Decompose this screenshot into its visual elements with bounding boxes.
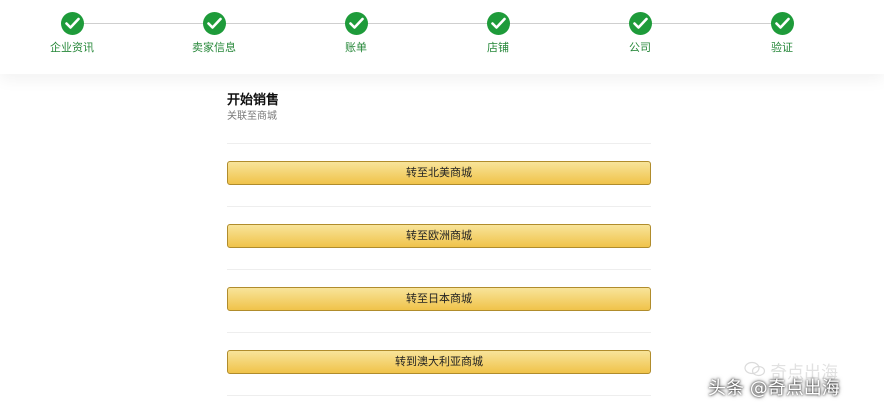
step-label: 卖家信息 [192, 41, 236, 54]
step-label: 公司 [629, 41, 651, 54]
check-icon [60, 12, 84, 35]
watermark: 奇点出海 头条 @奇点出海 [708, 356, 884, 407]
go-to-australia-store-button[interactable]: 转到澳大利亚商城 [227, 350, 651, 374]
step-label: 验证 [771, 41, 793, 54]
go-to-europe-store-button[interactable]: 转至欧洲商城 [227, 224, 651, 248]
step-label: 账单 [345, 41, 367, 54]
go-to-north-america-store-button[interactable]: 转至北美商城 [227, 161, 651, 185]
start-selling-header: 开始销售 关联至商城 [227, 92, 651, 123]
check-icon [628, 12, 652, 35]
page-subtitle: 关联至商城 [227, 111, 277, 122]
page-title: 开始销售 [227, 93, 280, 108]
step-store: 店铺 [453, 12, 543, 55]
go-to-japan-store-button[interactable]: 转至日本商城 [227, 287, 651, 311]
step-company: 公司 [595, 12, 685, 55]
divider [227, 269, 651, 270]
check-icon [344, 12, 368, 35]
step-company-info: 企业资讯 [27, 12, 117, 55]
watermark-platform-credit: 头条 @奇点出海 [708, 378, 840, 399]
step-label: 企业资讯 [50, 41, 94, 54]
divider [227, 332, 651, 333]
check-icon [202, 12, 226, 35]
divider [227, 143, 651, 144]
step-billing: 账单 [311, 12, 401, 55]
divider [227, 206, 651, 207]
step-verification: 验证 [737, 12, 827, 55]
progress-stepper: 企业资讯 卖家信息 账单 店铺 公司 验证 [0, 0, 884, 74]
step-seller-info: 卖家信息 [169, 12, 259, 55]
step-label: 店铺 [487, 41, 509, 54]
check-icon [486, 12, 510, 35]
check-icon [770, 12, 794, 35]
divider [227, 395, 651, 396]
